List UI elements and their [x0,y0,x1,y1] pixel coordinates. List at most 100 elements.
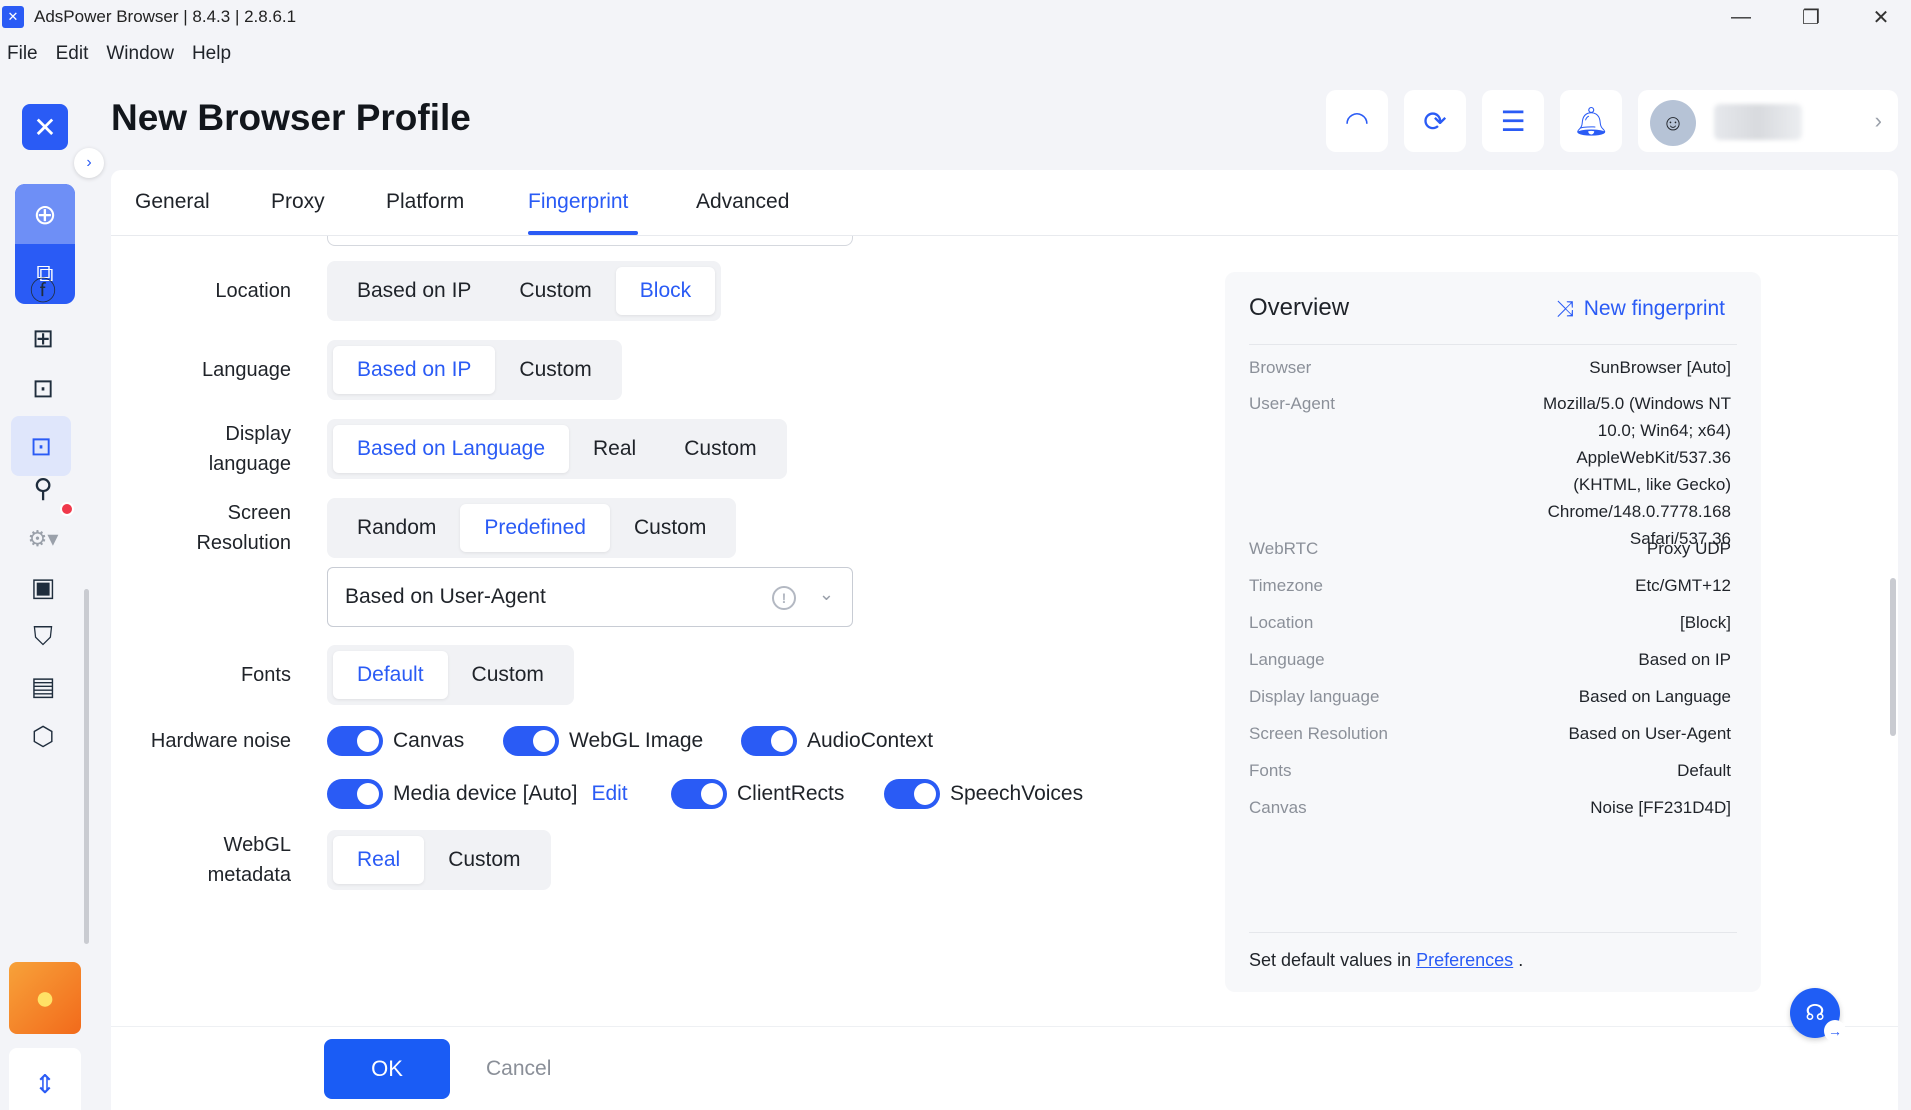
clientrects-toggle[interactable]: ClientRects [671,779,844,809]
webgl-image-toggle[interactable]: WebGL Image [503,726,703,756]
menu-help[interactable]: Help [192,43,231,65]
new-fingerprint-button[interactable]: ⤨ New fingerprint [1556,296,1725,322]
screen-resolution-label-line2: Resolution [196,532,291,554]
tab-proxy[interactable]: Proxy [271,190,325,214]
preferences-link[interactable]: Preferences [1416,950,1513,970]
task-list-icon[interactable]: ☰ [1482,90,1544,152]
screen-resolution-select[interactable]: Based on User-Agent ! ⌄ [327,567,853,627]
language-segmented: Based on IP Custom [327,340,622,400]
canvas-switch[interactable] [327,726,383,756]
display-language-option-custom[interactable]: Custom [660,425,780,473]
fonts-label: Fonts [240,664,291,686]
overview-row-value: Noise [FF231D4D] [1590,794,1731,821]
fonts-option-custom[interactable]: Custom [448,651,568,699]
speechvoices-toggle[interactable]: SpeechVoices [884,779,1083,809]
screen-resolution-select-value: Based on User-Agent [345,585,546,608]
active-tab-indicator [528,231,638,235]
shield-icon[interactable]: ⛉ [20,614,66,660]
webgl-metadata-option-real[interactable]: Real [333,836,425,884]
canvas-label: Canvas [393,729,465,752]
menu-window[interactable]: Window [106,43,174,65]
speechvoices-switch[interactable] [884,779,940,809]
tab-bar: General Proxy Platform Fingerprint Advan… [111,170,1898,236]
hardware-noise-label: Hardware noise [150,730,291,752]
overview-divider-bottom [1249,932,1737,933]
audiocontext-switch[interactable] [741,726,797,756]
wallet-icon[interactable]: ▣ [20,564,66,610]
minimize-button[interactable]: — [1706,0,1776,34]
tab-advanced[interactable]: Advanced [696,190,789,214]
webgl-metadata-option-custom[interactable]: Custom [424,836,544,884]
title-bar: ✕ AdsPower Browser | 8.4.3 | 2.8.6.1 [0,0,1911,34]
screen-resolution-option-predefined[interactable]: Predefined [460,504,610,552]
audiocontext-toggle[interactable]: AudioContext [741,726,933,756]
overview-row-value-line: Based on Language [1578,687,1731,706]
plug-icon[interactable]: ⚲ [20,465,66,511]
overview-row-value: Default [1677,757,1731,784]
clientrects-switch[interactable] [671,779,727,809]
overview-row-key: Language [1249,650,1325,669]
tab-platform[interactable]: Platform [386,190,464,214]
cancel-button[interactable]: Cancel [486,1057,551,1081]
sync-icon[interactable]: ⟳ [1404,90,1466,152]
new-fingerprint-label: New fingerprint [1583,297,1725,320]
overview-row-value-line: (KHTML, like Gecko) [1573,475,1731,494]
location-option-custom[interactable]: Custom [495,267,615,315]
display-language-option-based-on-language[interactable]: Based on Language [333,425,570,473]
close-button[interactable]: ✕ [1846,0,1911,34]
support-headset-button[interactable]: ☊ → [1790,988,1846,1042]
expand-sidebar-button[interactable]: › [74,148,104,178]
info-icon[interactable]: ! [772,586,796,610]
location-option-based-on-ip[interactable]: Based on IP [333,267,495,315]
display-language-option-real[interactable]: Real [569,425,660,473]
media-device-edit-link[interactable]: Edit [591,782,627,806]
tab-general[interactable]: General [135,190,210,214]
menu-edit[interactable]: Edit [56,43,89,65]
media-device-switch[interactable] [327,779,383,809]
robot-icon[interactable]: ⊡ [20,365,66,411]
clipboard-icon[interactable]: ▤ [20,663,66,709]
canvas-toggle[interactable]: Canvas [327,726,464,756]
fingerprint-form: Location Based on IP Custom Block Langua… [111,236,1291,1016]
ok-button[interactable]: OK [324,1039,450,1099]
location-option-block[interactable]: Block [615,267,716,315]
language-option-based-on-ip[interactable]: Based on IP [333,346,496,394]
collapse-chevrons-icon[interactable]: ⇕ [9,1048,81,1110]
page-title: New Browser Profile [111,97,471,138]
menu-bar: File Edit Window Help [0,34,1911,74]
username-blurred [1714,104,1802,140]
user-account-button[interactable]: ☺ › [1638,90,1898,152]
overview-footer-text: Set default values in [1249,950,1412,970]
overview-row-value: Based on User-Agent [1568,720,1731,747]
webgl-metadata-label-line2: metadata [207,864,291,886]
screen-resolution-option-random[interactable]: Random [333,504,460,552]
brand-logo-icon[interactable]: ✕ [22,104,68,150]
overview-footer: Set default values in Preferences . [1249,950,1523,971]
overview-row-value-line: SunBrowser [Auto] [1589,358,1731,377]
overview-row-key: Display language [1249,687,1380,706]
media-device-label: Media device [Auto] [393,782,578,805]
profiles-icon[interactable]: ⊞ [20,315,66,361]
settings-gear-icon[interactable]: ⚙▾ [20,516,66,562]
shuffle-icon: ⤨ [1556,296,1574,321]
tab-fingerprint[interactable]: Fingerprint [528,190,628,214]
overview-scrollbar[interactable] [1890,578,1896,736]
screen-resolution-option-custom[interactable]: Custom [610,504,730,552]
coin-reward-icon[interactable]: ● [9,962,81,1034]
facebook-icon[interactable]: ⓕ [20,266,66,312]
wifi-icon[interactable]: ◠ [1326,90,1388,152]
language-option-custom[interactable]: Custom [495,346,615,394]
hexagon-settings-icon[interactable]: ⬡ [20,713,66,759]
menu-file[interactable]: File [7,43,38,65]
webgl-image-switch[interactable] [503,726,559,756]
overview-row-value-line: AppleWebKit/537.36 [1576,448,1731,467]
restore-button[interactable]: ❐ [1776,0,1846,34]
bell-icon[interactable]: 🔔︎ [1560,90,1622,152]
previous-field-edge [327,236,853,246]
overview-row-value: SunBrowser [Auto] [1589,354,1731,381]
app-logo-icon: ✕ [2,6,24,28]
media-device-toggle[interactable]: Media device [Auto] Edit [327,779,628,809]
rail-scrollbar[interactable] [84,589,89,944]
add-profile-icon[interactable]: ⊕ [15,184,75,244]
fonts-option-default[interactable]: Default [333,651,448,699]
